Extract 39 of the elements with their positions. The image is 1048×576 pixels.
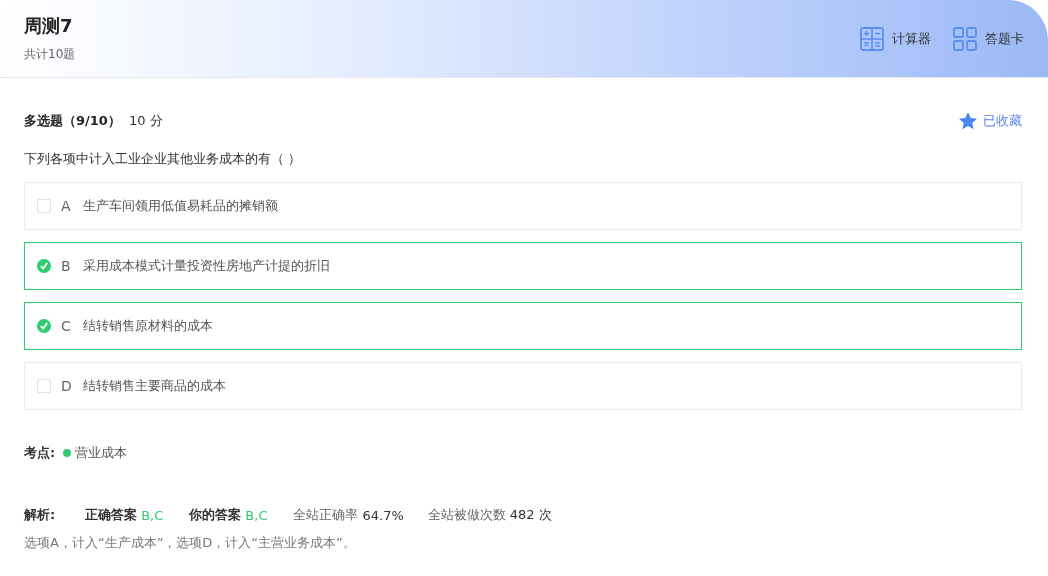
correct-answer: B,C bbox=[141, 507, 164, 523]
answer-card-button[interactable]: 答题卡 bbox=[953, 26, 1024, 51]
accuracy-label: 全站正确率 bbox=[293, 506, 359, 524]
quiz-title: 周测7 bbox=[24, 14, 74, 38]
check-icon bbox=[37, 319, 51, 333]
option-text: 生产车间领用低值易耗品的摊销额 bbox=[83, 197, 278, 215]
attempt-count: 482 次 bbox=[509, 506, 552, 524]
check-icon bbox=[37, 259, 51, 273]
question-type: 多选题（9/10） bbox=[24, 112, 121, 130]
calculator-button[interactable]: 计算器 bbox=[860, 26, 931, 51]
accuracy-rate: 64.7% bbox=[362, 507, 404, 523]
option-text: 结转销售原材料的成本 bbox=[83, 317, 213, 335]
option-text: 采用成本模式计量投资性房地产计提的折旧 bbox=[83, 257, 330, 275]
option-letter: C bbox=[61, 318, 72, 334]
analysis-text: 选项A，计入“生产成本”，选项D，计入“主营业务成本”。 bbox=[24, 534, 357, 552]
option-text: 结转销售主要商品的成本 bbox=[83, 377, 226, 395]
calculator-icon bbox=[860, 26, 884, 51]
knowledge-tag: 营业成本 bbox=[75, 444, 128, 462]
your-answer: B,C bbox=[245, 507, 268, 523]
star-icon bbox=[959, 112, 977, 130]
option-letter: A bbox=[61, 198, 72, 214]
attempt-count-label: 全站被做次数 bbox=[427, 506, 506, 524]
option-letter: B bbox=[61, 258, 72, 274]
option-letter: D bbox=[61, 378, 73, 394]
grid-icon bbox=[953, 26, 977, 51]
question-text: 下列各项中计入工业企业其他业务成本的有（ ） bbox=[24, 150, 303, 168]
answer-option[interactable]: C 结转销售原材料的成本 bbox=[24, 302, 1022, 350]
answer-option[interactable]: D 结转销售主要商品的成本 bbox=[24, 362, 1022, 410]
checkbox[interactable] bbox=[37, 199, 51, 213]
analysis-label: 解析: bbox=[24, 506, 56, 524]
question-score: 10 分 bbox=[128, 112, 163, 130]
question-count: 共计10题 bbox=[24, 46, 76, 63]
checkbox[interactable] bbox=[37, 379, 51, 393]
your-answer-label: 你的答案 bbox=[189, 506, 242, 524]
knowledge-label: 考点: bbox=[24, 444, 56, 462]
correct-answer-label: 正确答案 bbox=[85, 506, 138, 524]
favorite-button[interactable]: 已收藏 bbox=[959, 112, 1022, 130]
answer-option[interactable]: B 采用成本模式计量投资性房地产计提的折旧 bbox=[24, 242, 1022, 290]
answer-option[interactable]: A 生产车间领用低值易耗品的摊销额 bbox=[24, 182, 1022, 230]
